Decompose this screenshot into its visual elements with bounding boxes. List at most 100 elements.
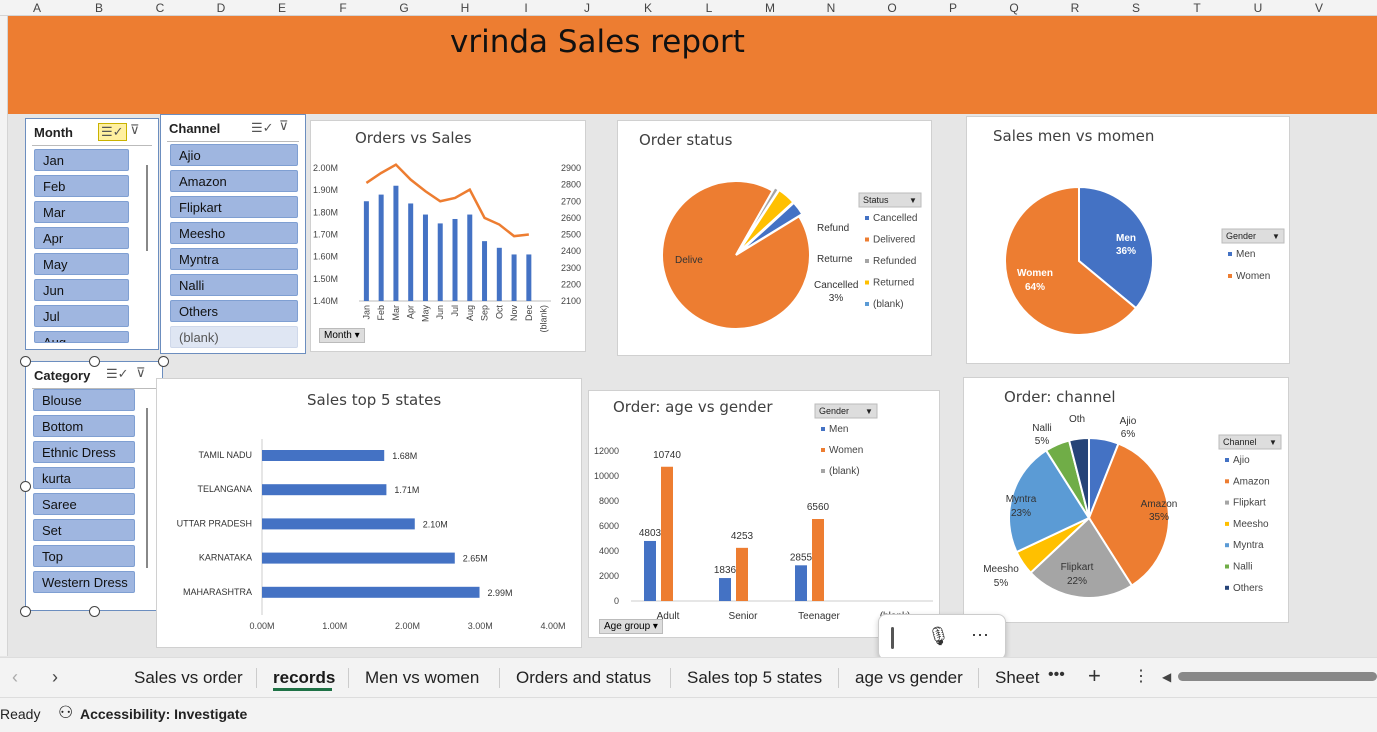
category-scrollbar[interactable]	[146, 408, 148, 568]
legend-marker	[1228, 252, 1232, 256]
slicer-item-meesho[interactable]: Meesho	[170, 222, 298, 244]
slicer-item-jul[interactable]: Jul	[34, 305, 129, 327]
column-letter[interactable]: F	[328, 1, 358, 15]
selection-handle[interactable]	[158, 356, 169, 367]
slicer-item-others[interactable]: Others	[170, 300, 298, 322]
slicer-item-jan[interactable]: Jan	[34, 149, 129, 171]
channel-slicer[interactable]: Channel ☰✓ ⊽ Ajio Amazon Flipkart Meesho Myn…	[160, 114, 306, 354]
tab-sales-top-5-states[interactable]: Sales top 5 states	[687, 668, 822, 688]
column-letter[interactable]: I	[511, 1, 541, 15]
tab-men-vs-women[interactable]: Men vs women	[365, 668, 479, 688]
column-letter[interactable]: H	[450, 1, 480, 15]
tab-age-vs-gender[interactable]: age vs gender	[855, 668, 963, 688]
data-label: 22%	[1067, 576, 1087, 587]
accessibility-icon[interactable]: ⚇	[58, 703, 73, 723]
slicer-item-mar[interactable]: Mar	[34, 201, 129, 223]
orders-vs-sales-chart[interactable]: Orders vs Sales 2.00M 1.90M 1.80M 1.70M 1.60…	[310, 120, 586, 352]
column-letter[interactable]: P	[938, 1, 968, 15]
column-letter[interactable]: K	[633, 1, 663, 15]
column-letter[interactable]: R	[1060, 1, 1090, 15]
column-letter[interactable]: J	[572, 1, 602, 15]
slicer-item-set[interactable]: Set	[33, 519, 135, 541]
category-slicer[interactable]: Category ☰✓ ⊽ Blouse Bottom Ethnic Dress ku…	[25, 361, 163, 611]
slicer-item-ajio[interactable]: Ajio	[170, 144, 298, 166]
more-options-icon[interactable]: ⋯	[971, 625, 989, 646]
column-letter[interactable]: D	[206, 1, 236, 15]
bar-sales-oct	[496, 247, 502, 301]
more-tabs-icon[interactable]: •••	[1048, 666, 1065, 684]
clear-filter-icon[interactable]: ⊽	[279, 118, 289, 134]
slicer-item-feb[interactable]: Feb	[34, 175, 129, 197]
selection-handle[interactable]	[20, 356, 31, 367]
microphone-icon[interactable]: 🎙	[927, 626, 950, 647]
slicer-item-blouse[interactable]: Blouse	[33, 389, 135, 411]
y-tick-label: 12000	[594, 446, 619, 456]
tab-scroll-right-icon[interactable]: ›	[52, 667, 58, 688]
selection-handle[interactable]	[20, 606, 31, 617]
clear-filter-icon[interactable]: ⊽	[130, 122, 140, 138]
multi-select-icon[interactable]: ☰✓	[106, 366, 129, 382]
column-letter[interactable]: C	[145, 1, 175, 15]
slicer-item-apr[interactable]: Apr	[34, 227, 129, 249]
y2-tick-label: 2100	[561, 296, 581, 306]
tab-sales-vs-order[interactable]: Sales vs order	[134, 668, 243, 688]
column-letter[interactable]: B	[84, 1, 114, 15]
selection-handle[interactable]	[20, 481, 31, 492]
slicer-item-top[interactable]: Top	[33, 545, 135, 567]
age-gender-chart[interactable]: Order: age vs gender 12000 10000 8000 6000 4…	[588, 390, 940, 638]
bar-tamil-nadu	[262, 450, 385, 461]
top-states-chart[interactable]: Sales top 5 states TAMIL NADU 1.68M TELANG…	[156, 378, 582, 648]
clear-filter-icon[interactable]: ⊽	[136, 365, 146, 381]
floating-toolbar[interactable]: 🎙 ⋯	[878, 614, 1006, 660]
legend-item: Nalli	[1233, 562, 1252, 573]
slicer-item-amazon[interactable]: Amazon	[170, 170, 298, 192]
month-slicer[interactable]: Month ☰✓ ⊽ Jan Feb Mar Apr May Jun Jul Aug	[25, 118, 159, 350]
sheet-options-icon[interactable]: ⋮	[1133, 666, 1149, 686]
column-letter[interactable]: U	[1243, 1, 1273, 15]
slicer-item-jun[interactable]: Jun	[34, 279, 129, 301]
multi-select-icon[interactable]: ☰✓	[98, 123, 127, 141]
grip-icon[interactable]	[891, 627, 894, 649]
column-letter[interactable]: N	[816, 1, 846, 15]
order-channel-chart[interactable]: Order: channel Ajio 6% Amazon 35% Flipkart 22…	[963, 377, 1289, 623]
tab-scroll-left-icon[interactable]: ‹	[12, 667, 18, 688]
horizontal-scrollbar[interactable]	[1178, 672, 1377, 681]
column-letter[interactable]: M	[755, 1, 785, 15]
slicer-item-kurta[interactable]: kurta	[33, 467, 135, 489]
column-letter[interactable]: Q	[999, 1, 1029, 15]
column-letter[interactable]: S	[1121, 1, 1151, 15]
tab-orders-and-status[interactable]: Orders and status	[516, 668, 651, 688]
selection-handle[interactable]	[89, 606, 100, 617]
column-letter[interactable]: E	[267, 1, 297, 15]
month-field-button[interactable]: Month ▾	[319, 328, 365, 343]
selection-handle[interactable]	[89, 356, 100, 367]
slicer-item-myntra[interactable]: Myntra	[170, 248, 298, 270]
accessibility-status[interactable]: Accessibility: Investigate	[80, 706, 247, 722]
slicer-item-bottom[interactable]: Bottom	[33, 415, 135, 437]
column-letter[interactable]: L	[694, 1, 724, 15]
column-letter[interactable]: V	[1304, 1, 1334, 15]
sales-gender-chart[interactable]: Sales men vs momen Men 36% Women 64% Gender ▼…	[966, 116, 1290, 364]
month-scrollbar[interactable]	[146, 165, 148, 251]
column-letter[interactable]: T	[1182, 1, 1212, 15]
data-label: Returne	[817, 254, 853, 265]
slicer-item-flipkart[interactable]: Flipkart	[170, 196, 298, 218]
tab-records[interactable]: records	[273, 668, 335, 688]
slicer-item-saree[interactable]: Saree	[33, 493, 135, 515]
slicer-item-nalli[interactable]: Nalli	[170, 274, 298, 296]
column-letter[interactable]: O	[877, 1, 907, 15]
age-group-field-button[interactable]: Age group ▾	[599, 619, 663, 634]
multi-select-icon[interactable]: ☰✓	[251, 120, 274, 136]
slicer-item-ethnic-dress[interactable]: Ethnic Dress	[33, 441, 135, 463]
slicer-item-may[interactable]: May	[34, 253, 129, 275]
slicer-item-western-dress[interactable]: Western Dress	[33, 571, 135, 593]
slicer-item-blank[interactable]: (blank)	[170, 326, 298, 348]
column-letter[interactable]: A	[22, 1, 52, 15]
order-status-chart[interactable]: Order status Delive Refund Returne Cancelle…	[617, 120, 932, 356]
legend-item: Returned	[873, 278, 914, 289]
slicer-item-aug[interactable]: Aug	[34, 331, 129, 343]
column-letter[interactable]: G	[389, 1, 419, 15]
tab-sheet[interactable]: Sheet	[995, 668, 1039, 688]
hscroll-left-icon[interactable]: ◀	[1162, 670, 1171, 684]
add-sheet-icon[interactable]: +	[1088, 663, 1101, 689]
